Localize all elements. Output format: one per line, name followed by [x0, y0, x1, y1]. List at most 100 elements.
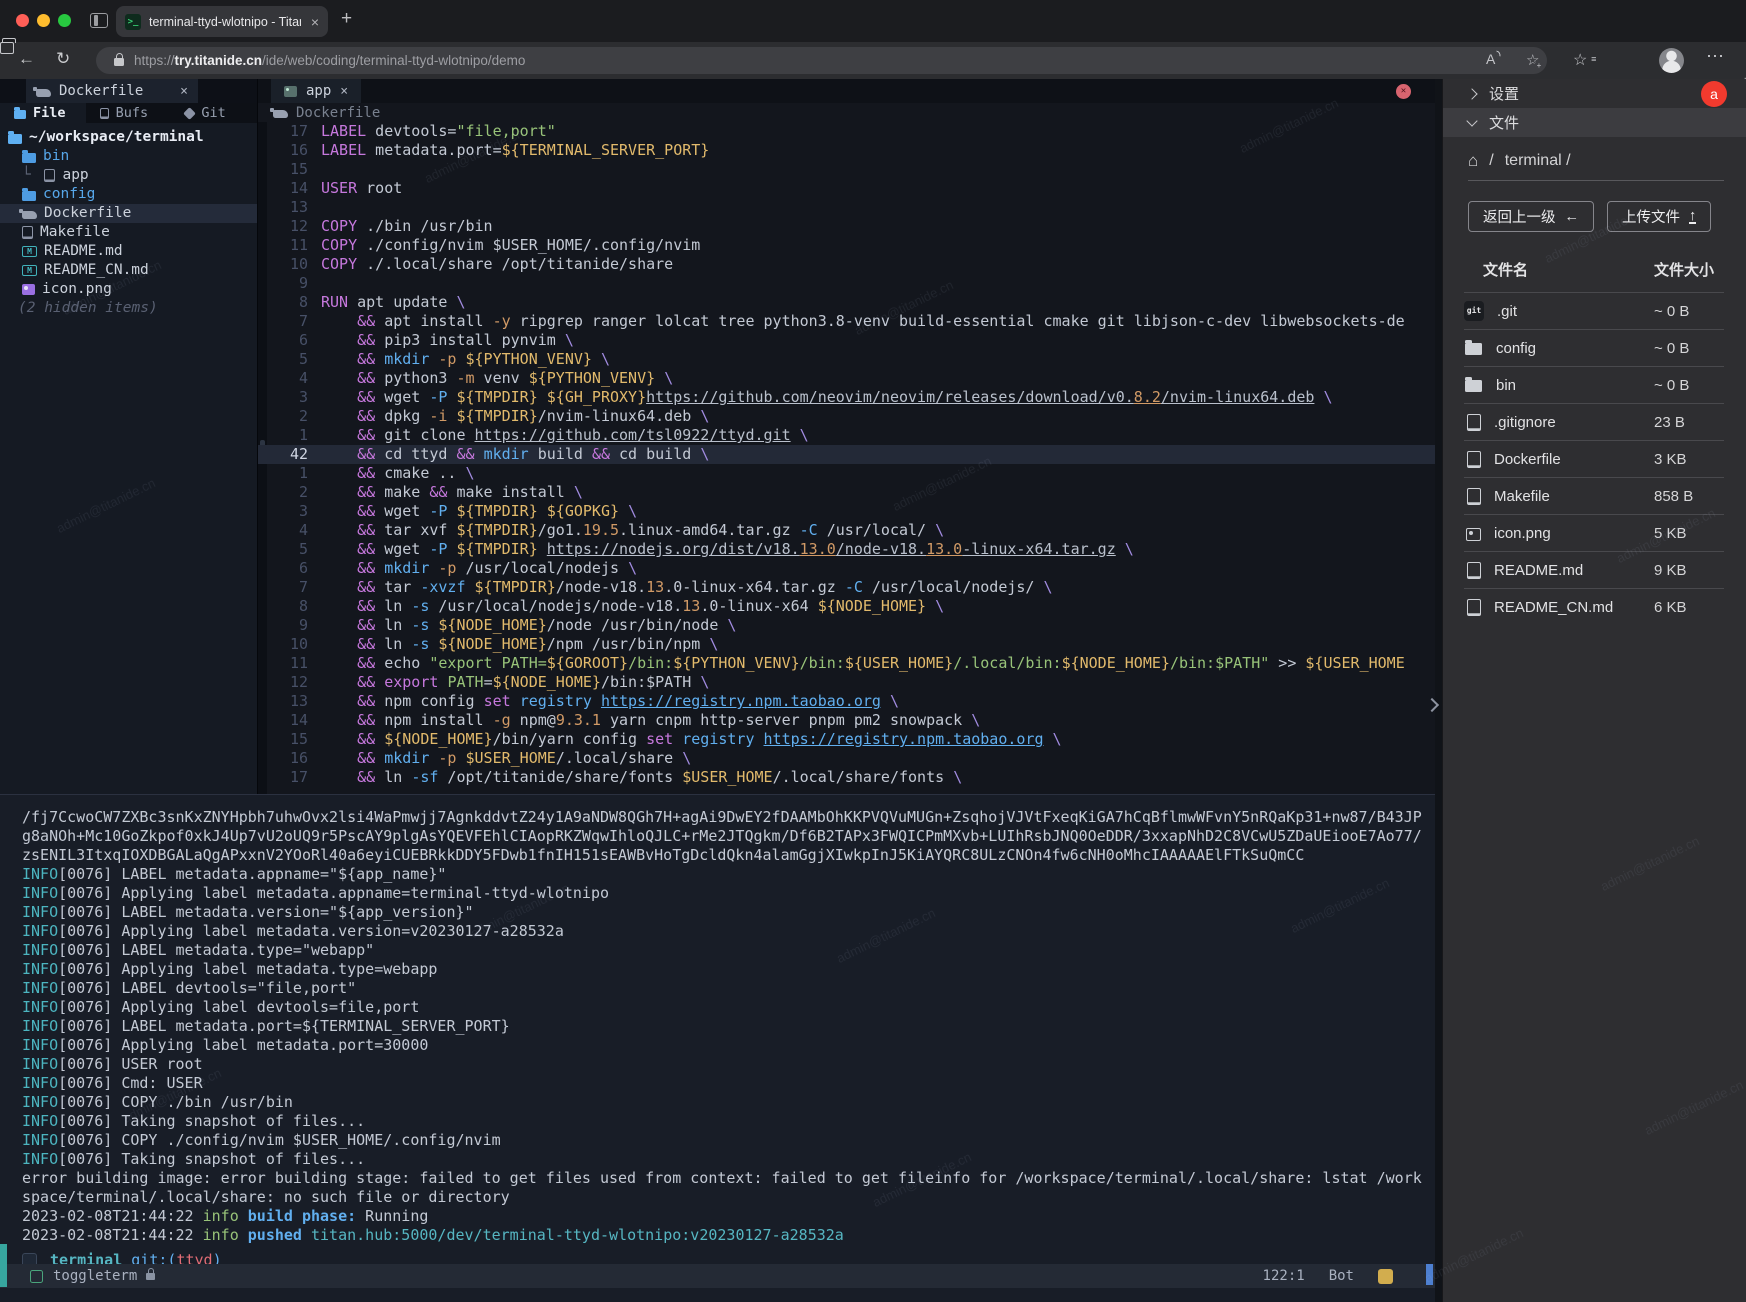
file-row--git[interactable]: git.git~ 0 B	[1464, 292, 1724, 329]
back-icon[interactable]: ←	[18, 49, 35, 69]
file-row-icon-png[interactable]: icon.png5 KB	[1464, 514, 1724, 551]
reload-icon[interactable]: ↻	[56, 49, 70, 69]
browser-toolbar: ← ↻ https://try.titanide.cn/ide/web/codi…	[0, 42, 1746, 79]
line-number: 9	[258, 274, 308, 293]
tab-close-icon[interactable]: ×	[311, 14, 319, 30]
line-number: 14	[258, 711, 308, 730]
tree-item-config[interactable]: config	[0, 185, 257, 204]
editor-tab-app[interactable]: app ×	[271, 79, 361, 103]
upload-file-button[interactable]: 上传文件 ↑	[1607, 201, 1711, 232]
terminal-line: INFO[0076] LABEL metadata.type="webapp"	[22, 941, 1433, 960]
file-size: 9 KB	[1654, 562, 1687, 579]
favorites-icon[interactable]: ☆≡	[1573, 50, 1587, 70]
tree-item-readme-cn-md[interactable]: MREADME_CN.md	[0, 261, 257, 280]
statusline-indicator	[1378, 1269, 1393, 1284]
editor-tab-label: app	[306, 83, 331, 99]
tree-item-app[interactable]: └ app	[0, 166, 257, 185]
window-minimize-button[interactable]	[37, 14, 50, 27]
code-line: 4 && tar xvf ${TMPDIR}/go1.19.5.linux-am…	[258, 521, 1435, 540]
file-row-readme-md[interactable]: README.md 9 KB	[1464, 551, 1724, 588]
code-editor[interactable]: app × ✕ Dockerfile 17LABEL devtools="fil…	[258, 79, 1435, 794]
browser-tab[interactable]: >_ terminal-ttyd-wlotnipo - TitanI ×	[116, 6, 328, 37]
line-number: 2	[258, 483, 308, 502]
line-number: 5	[258, 540, 308, 559]
tree-item-icon-png[interactable]: icon.png	[0, 280, 257, 299]
tree-item--workspace-terminal[interactable]: ~/workspace/terminal	[0, 128, 257, 147]
section-files[interactable]: 文件	[1443, 108, 1746, 137]
terminal-line: error building image: error building sta…	[22, 1169, 1433, 1188]
window-close-button[interactable]	[16, 14, 29, 27]
code-line: 14 && npm install -g npm@9.3.1 yarn cnpm…	[258, 711, 1435, 730]
window-zoom-button[interactable]	[58, 14, 71, 27]
terminal-line: INFO[0076] LABEL metadata.version="${app…	[22, 903, 1433, 922]
dockerfile-whale-icon	[273, 110, 288, 118]
line-number: 3	[258, 388, 308, 407]
menu-dots-icon[interactable]: ⋯	[1706, 46, 1724, 67]
line-number: 7	[258, 578, 308, 597]
tree-item--2-hidden-items-[interactable]: (2 hidden items)	[0, 299, 257, 318]
code-line: 2 && make && make install \	[258, 483, 1435, 502]
address-bar[interactable]: https://try.titanide.cn/ide/web/coding/t…	[96, 47, 1547, 74]
code-line: 9 && ln -s ${NODE_HOME}/node /usr/bin/no…	[258, 616, 1435, 635]
browser-sidebar-toggle-icon[interactable]	[90, 13, 108, 28]
file-row-readme-cn-md[interactable]: README_CN.md6 KB	[1464, 588, 1724, 625]
file-size: ~ 0 B	[1654, 303, 1689, 320]
url-scheme: https://	[134, 53, 175, 68]
breadcrumb-path[interactable]: terminal /	[1505, 152, 1571, 170]
editor-close-button[interactable]: ✕	[1396, 84, 1411, 99]
tab-file[interactable]: File	[0, 103, 86, 123]
file-name: README.md	[1494, 562, 1583, 579]
tree-item-bin[interactable]: bin	[0, 147, 257, 166]
code-line: 11 && echo "export PATH=${GOROOT}/bin:${…	[258, 654, 1435, 673]
file-row-dockerfile[interactable]: Dockerfile3 KB	[1464, 440, 1724, 477]
section-settings-label: 设置	[1489, 83, 1519, 104]
file-row--gitignore[interactable]: .gitignore23 B	[1464, 403, 1724, 440]
editor-tab-close-icon[interactable]: ×	[340, 84, 348, 99]
terminal-panel[interactable]: /fj7CcwoCW7ZXBc3snKxZNYHpbh7uhwOvx2lsi4W…	[0, 794, 1435, 1302]
line-number: 3	[258, 502, 308, 521]
code-area[interactable]: 17LABEL devtools="file,port"16LABEL meta…	[258, 122, 1435, 794]
line-number: 5	[258, 350, 308, 369]
code-line: 12 && export PATH=${NODE_HOME}/bin:$PATH…	[258, 673, 1435, 692]
tree-item-makefile[interactable]: Makefile	[0, 223, 257, 242]
code-line: 1 && cmake .. \	[258, 464, 1435, 483]
browser-tab-title: terminal-ttyd-wlotnipo - TitanI	[149, 15, 301, 29]
tab-bufs[interactable]: Bufs	[86, 103, 172, 123]
line-number: 16	[258, 749, 308, 768]
file-icon	[1467, 451, 1481, 468]
folder-icon	[22, 153, 36, 163]
code-line: 15 && ${NODE_HOME}/bin/yarn config set r…	[258, 730, 1435, 749]
tree-item-dockerfile[interactable]: Dockerfile	[0, 204, 257, 223]
line-number: 1	[258, 464, 308, 483]
go-up-button[interactable]: 返回上一级	[1468, 201, 1594, 232]
new-tab-button[interactable]: +	[341, 8, 352, 30]
url-text[interactable]: https://try.titanide.cn/ide/web/coding/t…	[134, 53, 525, 68]
line-number: 13	[258, 692, 308, 711]
file-row-makefile[interactable]: Makefile858 B	[1464, 477, 1724, 514]
line-number: 14	[258, 179, 308, 198]
add-favorite-icon[interactable]: ☆+	[1526, 51, 1539, 69]
buffer-tab-dockerfile[interactable]: Dockerfile ×	[26, 79, 198, 103]
read-aloud-icon[interactable]: A	[1486, 51, 1501, 67]
terminal-cursor-bar	[0, 1244, 7, 1287]
statusline-mode: Bot	[1329, 1268, 1354, 1284]
code-line: 10COPY ./.local/share /opt/titanide/shar…	[258, 255, 1435, 274]
tab-git[interactable]: Git	[171, 103, 257, 123]
code-line: 10 && ln -s ${NODE_HOME}/npm /usr/bin/np…	[258, 635, 1435, 654]
profile-avatar[interactable]	[1659, 48, 1684, 73]
file-row-bin[interactable]: bin~ 0 B	[1464, 366, 1724, 403]
code-line: 8RUN apt update \	[258, 293, 1435, 312]
file-row-config[interactable]: config~ 0 B	[1464, 329, 1724, 366]
line-number: 12	[258, 217, 308, 236]
home-icon[interactable]	[1468, 151, 1478, 171]
code-line: 6 && pip3 install pynvim \	[258, 331, 1435, 350]
file-sidebar: Dockerfile × File Bufs Git ~/workspace/t…	[0, 79, 258, 794]
terminal-scrollbar[interactable]	[1426, 1264, 1433, 1285]
buffer-tab-close-icon[interactable]: ×	[180, 84, 188, 99]
collections-icon[interactable]	[0, 42, 14, 54]
tree-item-readme-md[interactable]: MREADME.md	[0, 242, 257, 261]
panel-buttons: 返回上一级 上传文件 ↑	[1468, 201, 1711, 232]
code-line: 1 && git clone https://github.com/tsl092…	[258, 426, 1435, 445]
user-badge[interactable]: a	[1701, 81, 1727, 107]
whale-icon	[22, 211, 37, 219]
